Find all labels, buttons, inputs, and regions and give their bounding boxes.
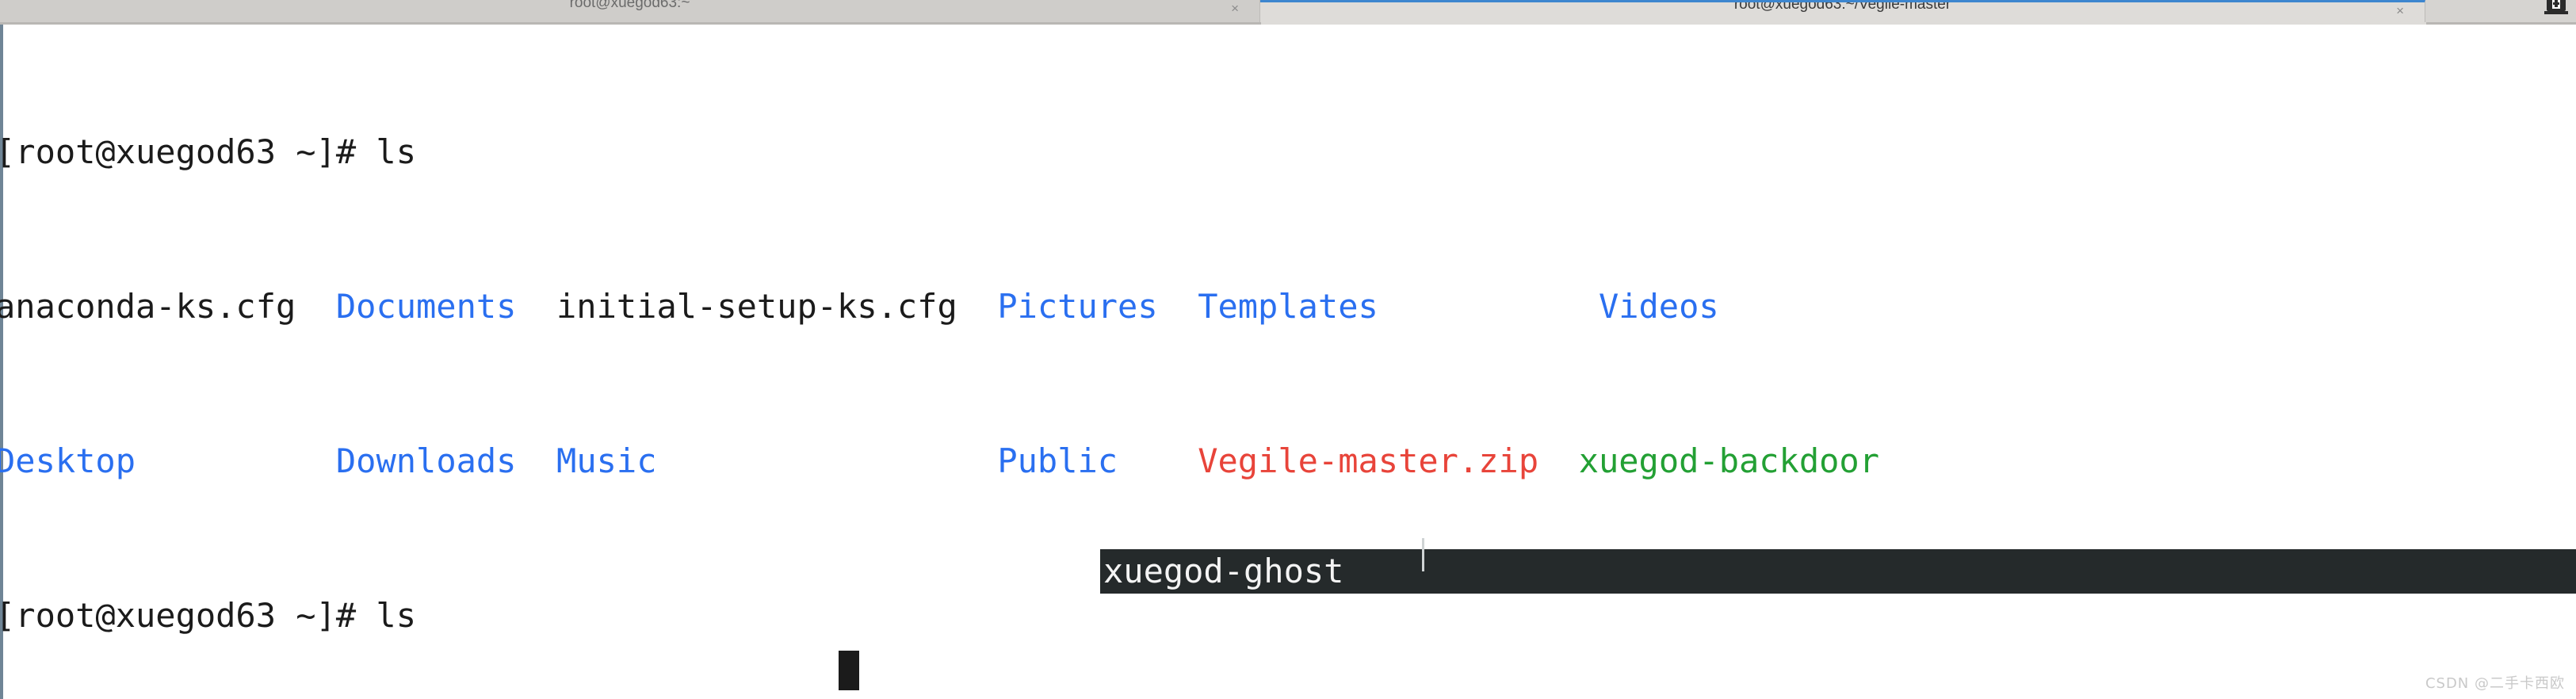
terminal-line-4: [root@xuegod63 ~]# ls [0, 590, 1879, 641]
terminal-text-dir: Pictures [997, 287, 1158, 326]
terminal-text-dir: Downloads [335, 441, 517, 480]
terminal-line-3: Desktop Downloads Music Public Vegile-ma… [0, 435, 1879, 487]
terminal-text-default: anaconda-ks.cfg [0, 287, 336, 326]
terminal-text-default: initial-setup-ks.cfg [516, 287, 998, 326]
terminal-text-default [136, 441, 336, 480]
terminal-text-archive: Vegile-master.zip [1198, 441, 1539, 480]
terminal-line-2: anaconda-ks.cfg Documents initial-setup-… [0, 281, 1879, 332]
terminal-text-default [516, 441, 556, 480]
terminal-text-dir: Public [997, 441, 1118, 480]
close-icon[interactable]: × [1231, 1, 1239, 17]
terminal-line-1: [root@xuegod63 ~]# ls [0, 126, 1879, 178]
tab-title: root@xuegod63:~ [569, 0, 690, 11]
terminal-text-default [656, 441, 997, 480]
terminal-output: [root@xuegod63 ~]# ls anaconda-ks.cfg Do… [0, 25, 1879, 699]
terminal-text-default [1118, 441, 1198, 480]
terminal-text-default [1538, 441, 1579, 480]
print-icon[interactable] [2544, 0, 2568, 17]
tab-root-vegile-master[interactable]: root@xuegod63:~/Vegile-master × [1260, 0, 2425, 24]
terminal-text-default: [root@xuegod63 ~]# ls [0, 596, 417, 635]
selected-text: xuegod-ghost [1103, 552, 1344, 590]
terminal-text-dir: Videos [1598, 287, 1719, 326]
terminal-text-dir: Templates [1198, 287, 1378, 326]
terminal-window: root@xuegod63:~ × root@xuegod63:~/Vegile… [0, 0, 2576, 699]
text-cursor-ibeam [1422, 538, 1424, 571]
terminal-cursor [839, 651, 859, 690]
terminal-text-dir: Music [556, 441, 657, 480]
watermark: CSDN @二手卡西欧 [2425, 675, 2565, 692]
terminal-text-dir: Documents [335, 287, 517, 326]
tab-title: root@xuegod63:~/Vegile-master [1733, 0, 1951, 13]
terminal-text-exec: xuegod-backdoor [1578, 441, 1879, 480]
terminal-screen[interactable]: [root@xuegod63 ~]# ls anaconda-ks.cfg Do… [0, 25, 2576, 699]
tab-root-home[interactable]: root@xuegod63:~ × [0, 0, 1260, 24]
tab-bar: root@xuegod63:~ × root@xuegod63:~/Vegile… [0, 0, 2576, 24]
close-icon[interactable]: × [2396, 3, 2404, 19]
terminal-text-dir: Desktop [0, 441, 136, 480]
terminal-text-default [1378, 287, 1599, 326]
terminal-text-default [1158, 287, 1198, 326]
tab-bar-right-area [2425, 0, 2576, 24]
terminal-text-default: [root@xuegod63 ~]# ls [0, 132, 417, 171]
